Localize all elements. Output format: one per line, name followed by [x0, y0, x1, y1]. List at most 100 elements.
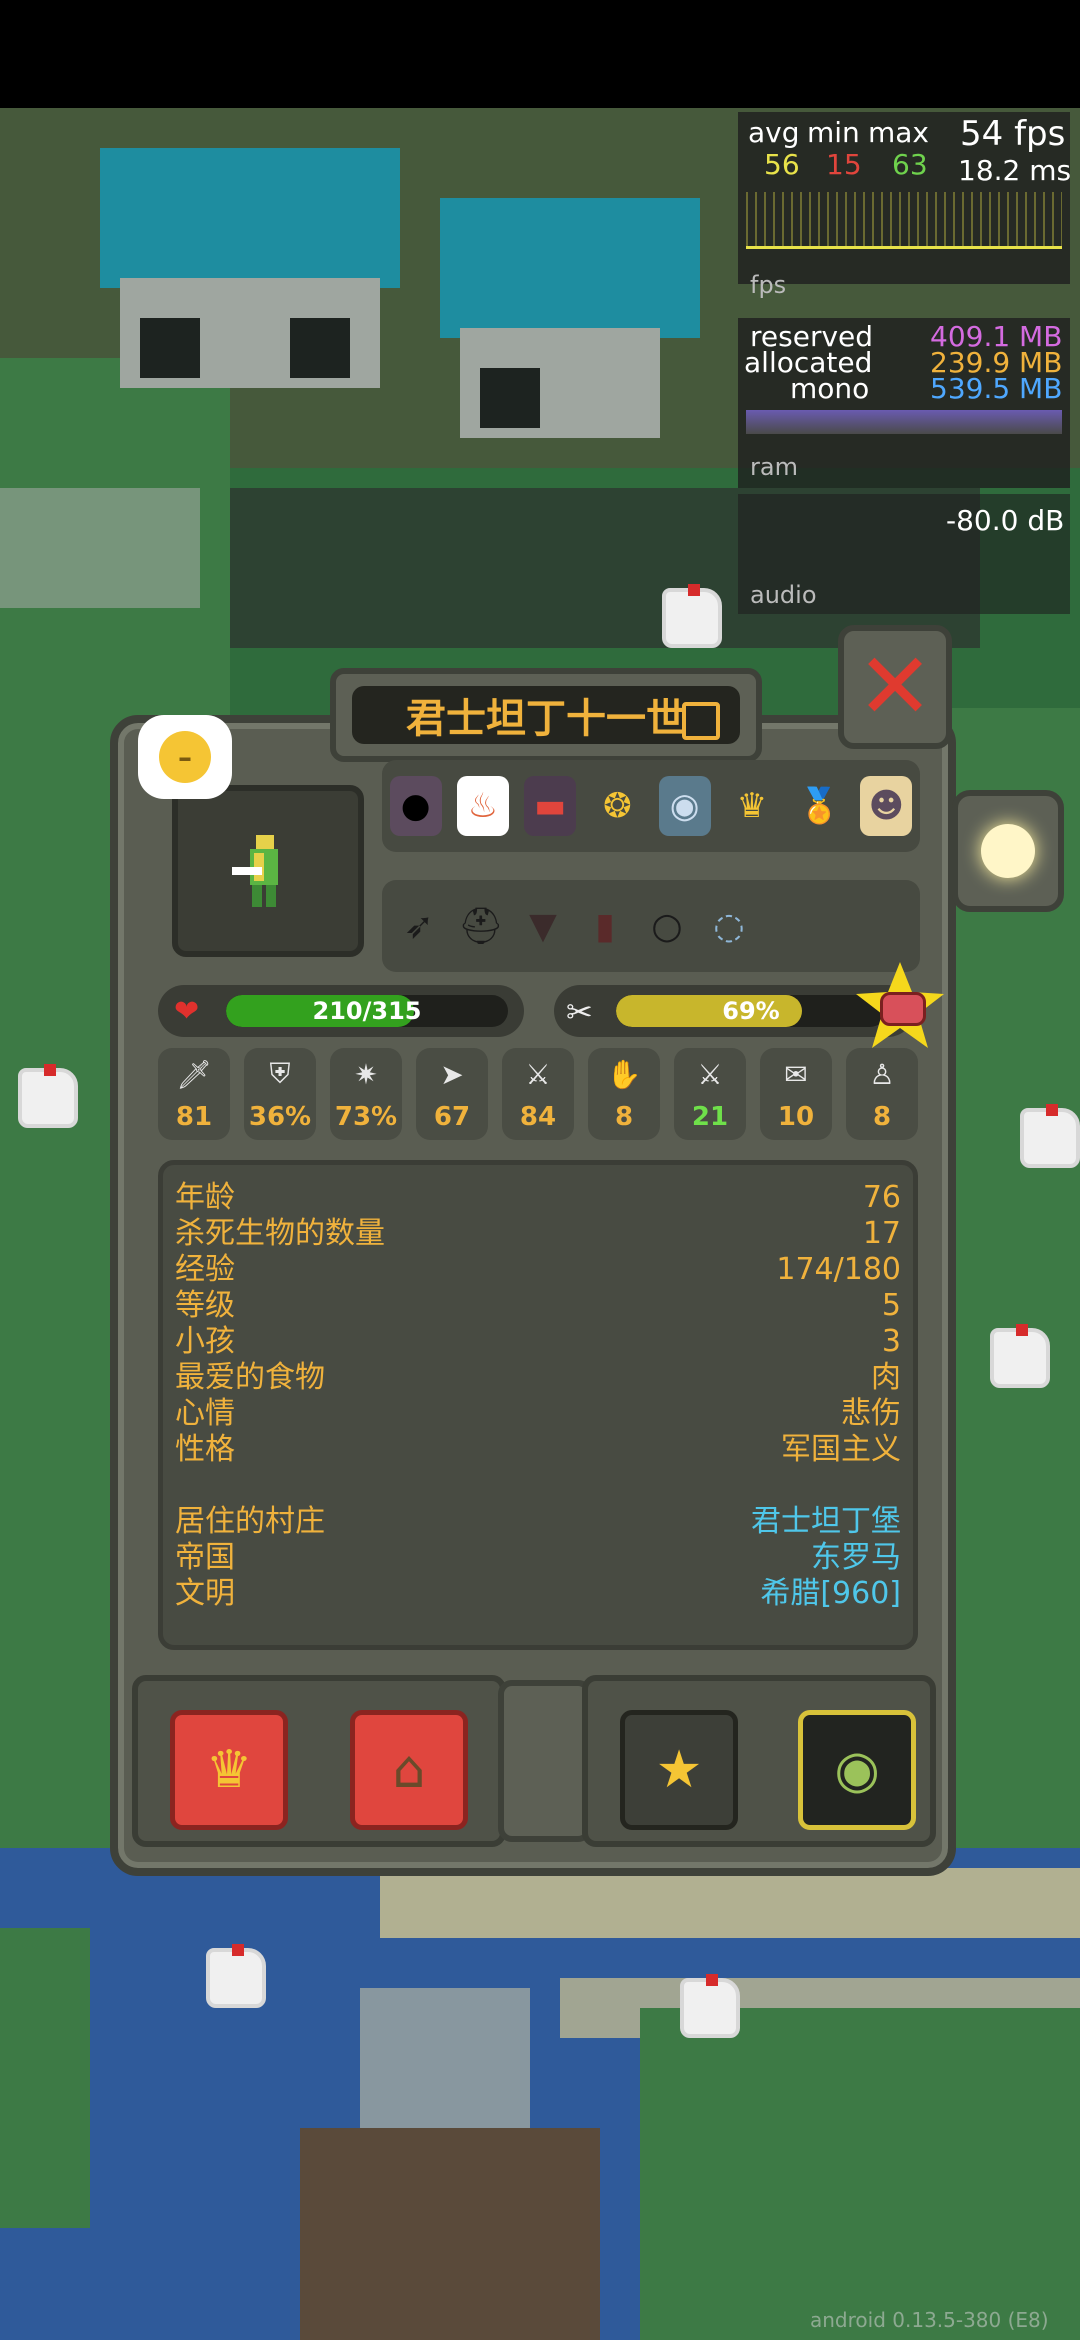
status-bar	[0, 0, 1080, 108]
make-king-button[interactable]: ♛	[170, 1710, 288, 1830]
gold-trait-icon[interactable]: ❂	[591, 776, 643, 836]
fps-graph	[746, 192, 1062, 249]
fps-max-label: max	[868, 116, 930, 149]
info-row[interactable]: 帝国 东罗马	[175, 1541, 901, 1575]
version-label: android 0.13.5-380 (E8)	[810, 2308, 1049, 2332]
stat-cell[interactable]: ♙ 8	[846, 1048, 918, 1140]
info-value[interactable]: 东罗马	[811, 1541, 901, 1575]
stat-value: 81	[175, 1102, 213, 1132]
stat-cell[interactable]: ✋ 8	[588, 1048, 660, 1140]
info-row: 最爱的食物 肉	[175, 1361, 901, 1395]
fps-graph-label: fps	[750, 271, 787, 299]
bow-icon[interactable]: ➶	[390, 896, 448, 956]
boots-icon[interactable]: ▮	[576, 896, 634, 956]
ring-icon[interactable]: ○	[638, 896, 696, 956]
medal-trait-icon[interactable]: 🏅	[793, 776, 845, 836]
info-row: 等级 5	[175, 1289, 901, 1323]
stat-cell[interactable]: 🗡 81	[158, 1048, 230, 1140]
health-label: 210/315	[312, 997, 422, 1025]
equipment-row: ➶ ⛑ ▼ ▮ ○ ◌	[382, 880, 920, 972]
info-key: 小孩	[175, 1324, 235, 1359]
shield-icon: ⛨	[269, 1057, 291, 1090]
bubble-trait-icon[interactable]: ◉	[658, 776, 711, 836]
fps-avg-label: avg	[748, 116, 800, 149]
info-value[interactable]: 君士坦丁堡	[751, 1505, 901, 1539]
bald-trait-icon[interactable]: ●	[389, 776, 442, 836]
dark-trait-icon[interactable]: ▬	[524, 776, 577, 836]
edit-name-icon[interactable]	[682, 702, 720, 740]
stewardship-icon: ✉	[784, 1057, 808, 1091]
crown-icon: ♛	[205, 1740, 253, 1800]
meat-icon	[880, 992, 926, 1026]
stat-cell[interactable]: ⚔ 84	[502, 1048, 574, 1140]
amulet-icon[interactable]: ◌	[700, 896, 758, 956]
chicken-sprite[interactable]	[662, 584, 722, 648]
helmet-icon[interactable]: ⛑	[452, 896, 510, 956]
chicken-sprite[interactable]	[1020, 1104, 1080, 1168]
stat-cell[interactable]: ✉ 10	[760, 1048, 832, 1140]
chicken-sprite[interactable]	[680, 1974, 740, 2038]
eye-icon: ◉	[834, 1740, 880, 1800]
info-key: 性格	[175, 1432, 235, 1467]
info-row: 性格 军国主义	[175, 1433, 901, 1467]
info-value: 17	[862, 1216, 901, 1251]
stat-value: 67	[433, 1102, 471, 1132]
tooth-trait-icon[interactable]: ♛	[726, 776, 778, 836]
fire-trait-icon[interactable]: ♨	[456, 776, 509, 836]
blonde-trait-icon[interactable]: ☻	[860, 776, 913, 836]
info-row: 杀死生物的数量 17	[175, 1217, 901, 1251]
info-row: 心情 悲伤	[175, 1397, 901, 1431]
lightbulb-icon	[981, 824, 1035, 878]
info-key: 最爱的食物	[175, 1360, 325, 1395]
sword-icon: 🗡	[176, 1057, 212, 1091]
ram-mono-value: 539.5 MB	[930, 372, 1063, 405]
close-button[interactable]: ✕	[838, 625, 952, 749]
health-bar: ❤ 210/315	[158, 985, 524, 1037]
info-value: 军国主义	[781, 1432, 901, 1467]
info-key: 经验	[175, 1252, 235, 1287]
hint-button[interactable]	[952, 790, 1064, 912]
stat-cell[interactable]: ➤ 67	[416, 1048, 488, 1140]
chicken-sprite[interactable]	[990, 1324, 1050, 1388]
stat-value: 21	[691, 1102, 729, 1132]
stat-cell[interactable]: ⚔ 21	[674, 1048, 746, 1140]
audio-label: audio	[750, 581, 817, 609]
info-row: 年龄 76	[175, 1181, 901, 1215]
ram-graph	[746, 410, 1062, 434]
fps-value: 54 fps	[960, 114, 1066, 154]
info-key: 帝国	[175, 1540, 235, 1575]
unit-sprite-icon	[232, 835, 278, 907]
info-key: 居住的村庄	[175, 1504, 325, 1539]
stat-cell[interactable]: ✷ 73%	[330, 1048, 402, 1140]
unit-name-tab[interactable]: 君士坦丁十一世	[330, 668, 762, 762]
info-key: 心情	[175, 1396, 235, 1431]
ram-graph-label: ram	[750, 453, 798, 481]
speed-icon: ➤	[440, 1057, 464, 1091]
unit-avatar-frame[interactable]	[172, 785, 364, 957]
diplomacy-icon: ✋	[606, 1057, 642, 1091]
armor-icon[interactable]: ▼	[514, 896, 572, 956]
follow-camera-button[interactable]: ◉	[798, 1710, 916, 1830]
fps-min-label: min	[807, 116, 860, 149]
info-row: 小孩 3	[175, 1325, 901, 1359]
close-icon: ✕	[856, 633, 934, 740]
info-row[interactable]: 居住的村庄 君士坦丁堡	[175, 1505, 901, 1539]
fork-knife-icon: ✂	[566, 993, 593, 1031]
info-value[interactable]: 希腊[960]	[760, 1577, 901, 1611]
stat-value: 84	[519, 1102, 557, 1132]
crit-icon: ✷	[354, 1057, 378, 1091]
stat-cell[interactable]: ⛨ 36%	[244, 1048, 316, 1140]
village-button[interactable]: ⌂	[350, 1710, 468, 1830]
chicken-sprite[interactable]	[206, 1944, 266, 2008]
favorite-button[interactable]: ★	[620, 1710, 738, 1830]
stat-value: 8	[614, 1102, 634, 1132]
favorite-food-badge[interactable]	[852, 958, 948, 1054]
info-row: 经验 174/180	[175, 1253, 901, 1287]
info-value: 悲伤	[841, 1396, 901, 1431]
info-row[interactable]: 文明 希腊[960]	[175, 1577, 901, 1611]
ram-mono-label: mono	[790, 372, 870, 405]
chicken-sprite[interactable]	[18, 1064, 78, 1128]
frame-time-value: 18.2 ms	[958, 154, 1072, 187]
actions-divider	[498, 1680, 592, 1842]
mood-bubble[interactable]: –	[138, 715, 232, 799]
